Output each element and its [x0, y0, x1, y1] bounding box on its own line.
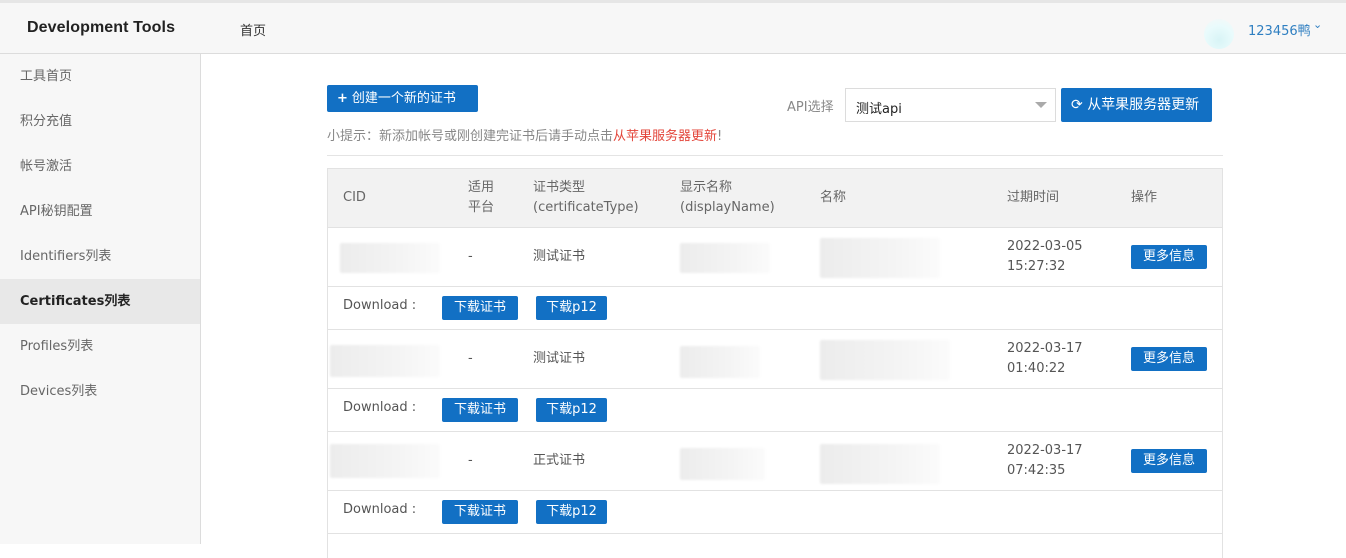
tip-text: 小提示：新添加帐号或刚创建完证书后请手动点击从苹果服务器更新! — [327, 125, 722, 144]
sidebar-item-devices[interactable]: Devices列表 — [0, 369, 200, 414]
sidebar-item-identifiers[interactable]: Identifiers列表 — [0, 234, 200, 279]
col-platform-1: 适用 — [468, 180, 495, 195]
download-cert-button[interactable]: 下载证书 — [442, 296, 518, 320]
cell-platform: - — [468, 249, 473, 264]
download-label: Download : — [343, 502, 417, 517]
col-action: 操作 — [1131, 190, 1158, 205]
col-cid: CID — [343, 190, 366, 205]
redacted-name — [820, 444, 940, 484]
redacted-display-name — [680, 448, 765, 480]
redacted-cid — [330, 444, 440, 478]
api-select-value: 测试api — [856, 102, 902, 117]
user-menu-name[interactable]: 123456鸭 — [1248, 20, 1311, 39]
download-label: Download : — [343, 298, 417, 313]
col-type-2: (certificateType) — [533, 200, 639, 215]
refresh-from-apple-button[interactable]: ⟳ 从苹果服务器更新 — [1061, 88, 1212, 122]
col-display-1: 显示名称 — [680, 180, 733, 195]
cell-platform: - — [468, 453, 473, 468]
cell-expire-time: 01:40:22 — [1007, 361, 1066, 376]
table-row: - 测试证书 2022-03-17 01:40:22 更多信息 — [328, 330, 1222, 389]
api-select-label: API选择 — [787, 100, 834, 115]
col-platform-2: 平台 — [468, 200, 495, 215]
caret-down-icon — [1035, 102, 1047, 108]
download-p12-button[interactable]: 下载p12 — [536, 296, 607, 320]
refresh-label: 从苹果服务器更新 — [1087, 97, 1200, 113]
create-certificate-label: 创建一个新的证书 — [351, 91, 456, 106]
more-info-button[interactable]: 更多信息 — [1131, 449, 1207, 473]
app-brand[interactable]: Development Tools — [27, 19, 175, 37]
download-cert-button[interactable]: 下载证书 — [442, 398, 518, 422]
col-type-1: 证书类型 — [533, 180, 586, 195]
cell-type: 正式证书 — [533, 453, 586, 468]
tip-suffix: ! — [717, 129, 723, 144]
redacted-cid — [330, 345, 440, 377]
download-row: Download : 下载证书 下载p12 — [328, 287, 1222, 330]
create-certificate-button[interactable]: + 创建一个新的证书 — [327, 85, 478, 112]
table-row: - 测试证书 2022-03-05 15:27:32 更多信息 — [328, 228, 1222, 287]
download-row: Download : 下载证书 下载p12 — [328, 389, 1222, 432]
redacted-name — [820, 238, 940, 278]
download-label: Download : — [343, 400, 417, 415]
tip-highlight: 从苹果服务器更新 — [613, 129, 718, 144]
table-header: CID 适用 平台 证书类型 (certificateType) 显示名称 (d… — [328, 169, 1222, 228]
user-avatar[interactable] — [1204, 19, 1234, 49]
col-display-2: (displayName) — [680, 200, 775, 215]
chevron-down-icon[interactable]: ⌄ — [1313, 18, 1322, 31]
cell-expire-time: 15:27:32 — [1007, 259, 1066, 274]
cell-expire-time: 07:42:35 — [1007, 463, 1066, 478]
divider — [327, 155, 1223, 156]
cell-expire-date: 2022-03-17 — [1007, 443, 1083, 458]
redacted-name — [820, 340, 950, 380]
sidebar: 工具首页 积分充值 帐号激活 API秘钥配置 Identifiers列表 Cer… — [0, 54, 201, 544]
sidebar-item-home[interactable]: 工具首页 — [0, 54, 200, 99]
download-p12-button[interactable]: 下载p12 — [536, 398, 607, 422]
sidebar-item-recharge[interactable]: 积分充值 — [0, 99, 200, 144]
top-header: Development Tools 首页 123456鸭 ⌄ — [0, 0, 1346, 54]
sidebar-item-activation[interactable]: 帐号激活 — [0, 144, 200, 189]
redacted-cid — [340, 243, 440, 273]
download-row: Download : 下载证书 下载p12 — [328, 491, 1222, 534]
cell-type: 测试证书 — [533, 249, 586, 264]
cell-type: 测试证书 — [533, 351, 586, 366]
sidebar-item-api-key[interactable]: API秘钥配置 — [0, 189, 200, 234]
cell-expire-date: 2022-03-17 — [1007, 341, 1083, 356]
cell-platform: - — [468, 351, 473, 366]
plus-icon: + — [337, 91, 348, 106]
redacted-display-name — [680, 346, 760, 378]
download-p12-button[interactable]: 下载p12 — [536, 500, 607, 524]
api-select[interactable]: 测试api — [845, 88, 1056, 122]
col-expire: 过期时间 — [1007, 190, 1060, 205]
certificates-table: CID 适用 平台 证书类型 (certificateType) 显示名称 (d… — [327, 168, 1223, 558]
tip-prefix: 小提示：新添加帐号或刚创建完证书后请手动点击 — [327, 129, 614, 144]
sidebar-item-certificates[interactable]: Certificates列表 — [0, 279, 200, 324]
table-row: - 正式证书 2022-03-17 07:42:35 更多信息 — [328, 432, 1222, 491]
cell-expire-date: 2022-03-05 — [1007, 239, 1083, 254]
sidebar-item-profiles[interactable]: Profiles列表 — [0, 324, 200, 369]
refresh-icon: ⟳ — [1071, 97, 1083, 113]
col-name: 名称 — [820, 190, 847, 205]
redacted-display-name — [680, 243, 770, 273]
more-info-button[interactable]: 更多信息 — [1131, 245, 1207, 269]
main-content: + 创建一个新的证书 API选择 测试api ⟳ 从苹果服务器更新 小提示：新添加… — [201, 54, 1346, 558]
nav-home-link[interactable]: 首页 — [240, 20, 266, 39]
download-cert-button[interactable]: 下载证书 — [442, 500, 518, 524]
more-info-button[interactable]: 更多信息 — [1131, 347, 1207, 371]
